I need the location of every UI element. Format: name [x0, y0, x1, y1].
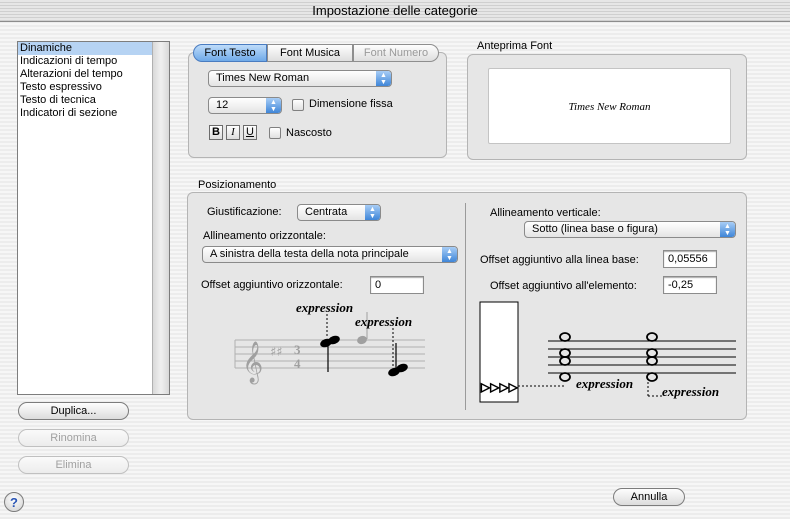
list-item-testo-di-tecnica[interactable]: Testo di tecnica: [18, 94, 152, 107]
tab-font-testo[interactable]: Font Testo: [193, 44, 267, 62]
cancel-button[interactable]: Annulla: [613, 488, 685, 506]
h-offset-label: Offset aggiuntivo orizzontale:: [201, 279, 343, 291]
justification-popup[interactable]: Centrata ▲ ▼: [297, 204, 381, 221]
underline-button[interactable]: U: [243, 125, 257, 140]
category-list[interactable]: Dinamiche Indicazioni di tempo Alterazio…: [17, 41, 170, 395]
delete-button[interactable]: Elimina: [18, 456, 129, 474]
window-title: Impostazione delle categorie: [312, 3, 478, 18]
list-item-indicatori-di-sezione[interactable]: Indicatori di sezione: [18, 107, 152, 120]
list-item-alterazioni-del-tempo[interactable]: Alterazioni del tempo: [18, 68, 152, 81]
vertical-alignment-value: Sotto (linea base o figura): [532, 223, 658, 235]
preview-label: Anteprima Font: [477, 40, 553, 52]
window-titlebar: Impostazione delle categorie: [0, 0, 790, 22]
font-size-value: 12: [216, 99, 229, 111]
popup-arrows-icon: ▲ ▼: [266, 98, 281, 113]
italic-button[interactable]: I: [226, 125, 240, 140]
fixed-size-label: Dimensione fissa: [309, 98, 393, 110]
duplicate-button[interactable]: Duplica...: [18, 402, 129, 420]
diagram-expression-1: expression: [296, 300, 353, 315]
svg-text:▷▷▷▷: ▷▷▷▷: [481, 380, 519, 394]
horizontal-alignment-diagram: 𝄞 ♯♯ 3 4 expression expression: [234, 300, 425, 384]
popup-arrows-icon: ▲ ▼: [376, 71, 391, 86]
diagram-expression-2: expression: [355, 314, 412, 329]
diagram-expression-3: expression: [576, 376, 633, 391]
svg-text:4: 4: [294, 356, 301, 371]
popup-arrows-icon: ▲ ▼: [442, 247, 457, 262]
horizontal-alignment-popup[interactable]: A sinistra della testa della nota princi…: [202, 246, 458, 263]
baseline-offset-field[interactable]: 0,05556: [663, 250, 717, 268]
vertical-alignment-popup[interactable]: Sotto (linea base o figura) ▲ ▼: [524, 221, 736, 238]
diagram-expression-4: expression: [662, 384, 719, 399]
hidden-checkbox[interactable]: [269, 127, 281, 139]
fixed-size-checkbox[interactable]: [292, 99, 304, 111]
popup-arrows-icon: ▲ ▼: [720, 222, 735, 237]
horizontal-alignment-value: A sinistra della testa della nota princi…: [210, 248, 409, 260]
vertical-alignment-label: Allineamento verticale:: [490, 207, 601, 219]
h-offset-field[interactable]: 0: [370, 276, 424, 294]
tab-font-numero[interactable]: Font Numero: [353, 44, 439, 62]
justification-label: Giustificazione:: [207, 206, 282, 218]
category-list-scrollbar[interactable]: [152, 42, 169, 394]
list-item-indicazioni-di-tempo[interactable]: Indicazioni di tempo: [18, 55, 152, 68]
horizontal-alignment-label: Allineamento orizzontale:: [203, 230, 326, 242]
font-preview-box: Times New Roman: [488, 68, 731, 144]
hidden-label: Nascosto: [286, 127, 332, 139]
list-item-testo-espressivo[interactable]: Testo espressivo: [18, 81, 152, 94]
popup-arrows-icon: ▲ ▼: [365, 205, 380, 220]
svg-text:3: 3: [294, 342, 301, 357]
element-offset-label: Offset aggiuntivo all'elemento:: [490, 280, 637, 292]
justification-value: Centrata: [305, 206, 348, 218]
positioning-label: Posizionamento: [198, 179, 277, 191]
help-button[interactable]: ?: [4, 492, 24, 512]
vertical-alignment-diagram: ▷▷▷▷ expression expression: [479, 301, 736, 403]
element-offset-field[interactable]: -0,25: [663, 276, 717, 294]
bold-button[interactable]: B: [209, 125, 223, 140]
list-item-dinamiche[interactable]: Dinamiche: [18, 42, 152, 55]
tab-font-musica[interactable]: Font Musica: [267, 44, 353, 62]
svg-text:♯♯: ♯♯: [270, 345, 283, 360]
baseline-offset-label: Offset aggiuntivo alla linea base:: [480, 254, 639, 266]
font-family-value: Times New Roman: [216, 72, 310, 84]
font-preview-text: Times New Roman: [568, 101, 651, 113]
category-list-items: Dinamiche Indicazioni di tempo Alterazio…: [18, 42, 152, 394]
font-family-popup[interactable]: Times New Roman ▲ ▼: [208, 70, 392, 87]
svg-text:𝄞: 𝄞: [242, 341, 263, 384]
positioning-divider: [465, 203, 466, 410]
font-size-popup[interactable]: 12 ▲ ▼: [208, 97, 282, 114]
rename-button[interactable]: Rinomina: [18, 429, 129, 447]
